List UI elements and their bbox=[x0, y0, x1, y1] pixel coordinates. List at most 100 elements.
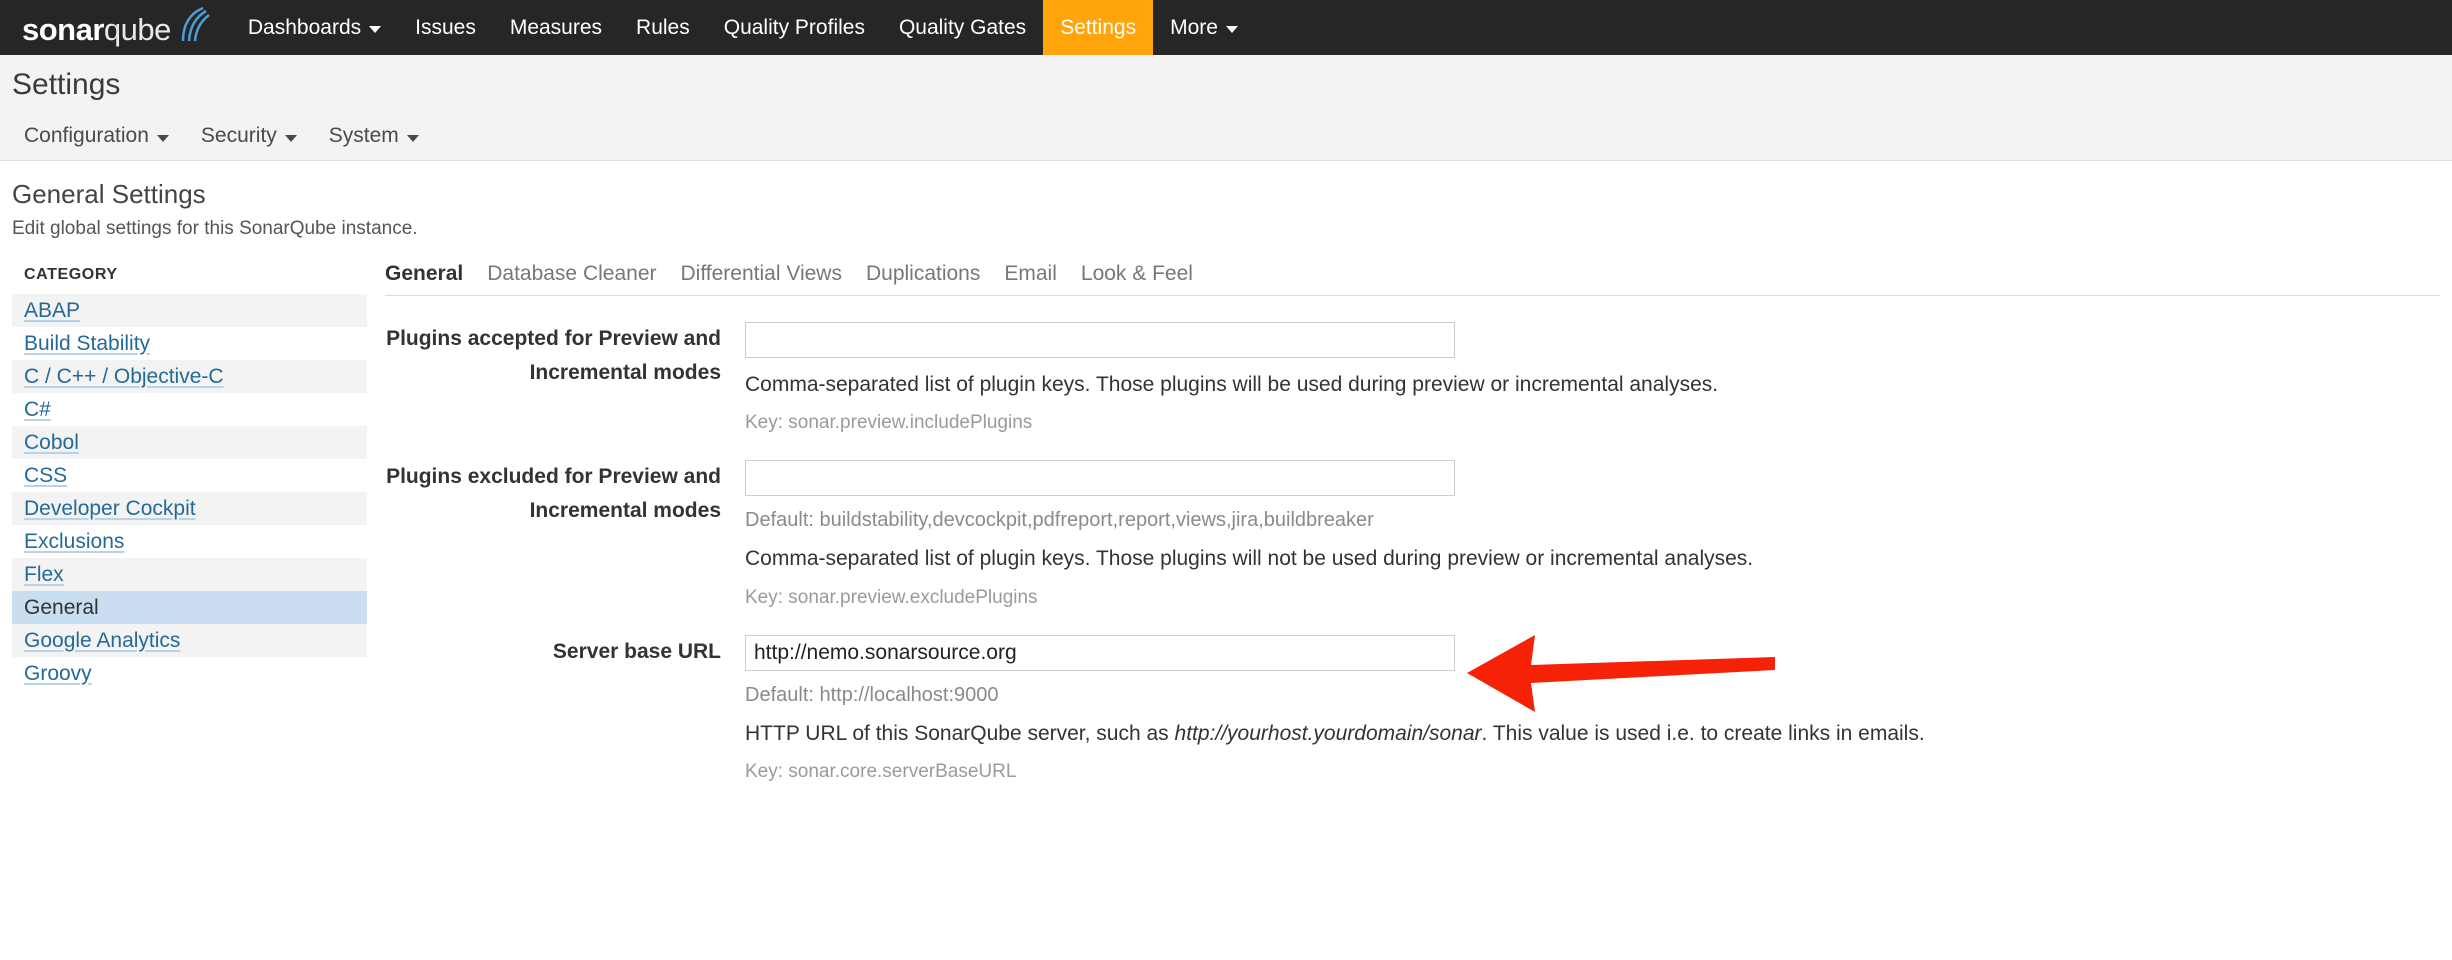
category-sidebar: CATEGORY ABAP Build Stability C / C++ / Ob… bbox=[12, 262, 367, 690]
nav-item-issues[interactable]: Issues bbox=[398, 0, 493, 55]
sidebar-item-c[interactable]: C# bbox=[12, 393, 367, 426]
sub-navigation: Configuration Security System bbox=[0, 112, 2452, 160]
subnav-item-system[interactable]: System bbox=[313, 124, 435, 148]
sidebar-item-label: C# bbox=[24, 397, 51, 421]
top-navigation-bar: sonarqube Dashboards Issues Measures Rul… bbox=[0, 0, 2452, 55]
setting-input[interactable] bbox=[745, 634, 1455, 671]
tab-email[interactable]: Email bbox=[1004, 262, 1057, 286]
tab-duplications[interactable]: Duplications bbox=[866, 262, 980, 286]
setting-body: Default: buildstability,devcockpit,pdfre… bbox=[745, 460, 2440, 608]
sidebar-item-abap[interactable]: ABAP bbox=[12, 294, 367, 327]
page-title: Settings bbox=[12, 68, 121, 101]
setting-description: HTTP URL of this SonarQube server, such … bbox=[745, 707, 2440, 748]
content-row: CATEGORY ABAP Build Stability C / C++ / Ob… bbox=[12, 240, 2440, 783]
nav-item-quality-gates[interactable]: Quality Gates bbox=[882, 0, 1043, 55]
brand-text: sonarqube bbox=[22, 14, 171, 45]
nav-label-quality-gates: Quality Gates bbox=[898, 15, 1027, 39]
tab-differential-views[interactable]: Differential Views bbox=[681, 262, 842, 286]
nav-label-more: More bbox=[1170, 15, 1218, 39]
sidebar-item-cobol[interactable]: Cobol bbox=[12, 426, 367, 459]
category-list: ABAP Build Stability C / C++ / Objective-C… bbox=[12, 294, 367, 690]
section-description: Edit global settings for this SonarQube … bbox=[12, 218, 418, 239]
sidebar-item-google-analytics[interactable]: Google Analytics bbox=[12, 624, 367, 657]
nav-item-quality-profiles[interactable]: Quality Profiles bbox=[707, 0, 882, 55]
setting-description: Comma-separated list of plugin keys. Tho… bbox=[745, 358, 2440, 399]
page-body: General Settings Edit global settings fo… bbox=[0, 161, 2452, 783]
setting-description: Comma-separated list of plugin keys. Tho… bbox=[745, 532, 2440, 573]
chevron-down-icon bbox=[156, 134, 169, 142]
setting-description-text: HTTP URL of this SonarQube server, such … bbox=[745, 721, 1175, 745]
subnav-item-configuration[interactable]: Configuration bbox=[8, 124, 185, 148]
setting-body: Default: http://localhost:9000 HTTP URL o… bbox=[745, 634, 2440, 783]
sidebar-item-css[interactable]: CSS bbox=[12, 459, 367, 492]
sidebar-item-label: Groovy bbox=[24, 661, 92, 685]
sidebar-item-flex[interactable]: Flex bbox=[12, 558, 367, 591]
setting-key: Key: sonar.preview.excludePlugins bbox=[745, 586, 1038, 608]
setting-description-text: Comma-separated list of plugin keys. Tho… bbox=[745, 547, 1754, 571]
setting-label: Server base URL bbox=[552, 639, 721, 663]
setting-row: Plugins accepted for Preview and Increme… bbox=[385, 296, 2440, 434]
sidebar-item-label: Exclusions bbox=[24, 529, 125, 553]
nav-label-dashboards: Dashboards bbox=[247, 15, 362, 39]
sidebar-item-label: Flex bbox=[24, 562, 64, 586]
sidebar-item-label: Build Stability bbox=[24, 331, 151, 355]
sidebar-item-label: C / C++ / Objective-C bbox=[24, 364, 224, 388]
subnav-label-configuration: Configuration bbox=[24, 124, 149, 147]
sidebar-item-c-c-objective-c[interactable]: C / C++ / Objective-C bbox=[12, 360, 367, 393]
setting-input[interactable] bbox=[745, 460, 1455, 497]
chevron-down-icon bbox=[1225, 26, 1238, 33]
nav-label-issues: Issues bbox=[415, 15, 476, 39]
subnav-label-security: Security bbox=[200, 124, 277, 147]
sidebar-item-label: Google Analytics bbox=[24, 628, 181, 652]
section-heading: General Settings bbox=[12, 179, 206, 209]
sidebar-item-developer-cockpit[interactable]: Developer Cockpit bbox=[12, 492, 367, 525]
setting-key: Key: sonar.core.serverBaseURL bbox=[745, 761, 1017, 783]
setting-description-text: Comma-separated list of plugin keys. Tho… bbox=[745, 373, 1719, 396]
nav-item-measures[interactable]: Measures bbox=[493, 0, 619, 55]
sidebar-item-groovy[interactable]: Groovy bbox=[12, 657, 367, 690]
tab-look-feel[interactable]: Look & Feel bbox=[1081, 262, 1193, 286]
nav-item-dashboards[interactable]: Dashboards bbox=[231, 0, 398, 55]
setting-default-note: Default: buildstability,devcockpit,pdfre… bbox=[745, 509, 1374, 532]
setting-description-text-tail: . This value is used i.e. to create link… bbox=[1481, 721, 1925, 745]
main-nav-items: Dashboards Issues Measures Rules Quality… bbox=[231, 0, 1255, 55]
chevron-down-icon bbox=[406, 134, 419, 142]
nav-label-measures: Measures bbox=[509, 15, 603, 39]
setting-label: Plugins accepted for Preview and Increme… bbox=[386, 327, 721, 384]
sidebar-item-label: CSS bbox=[24, 463, 68, 487]
nav-item-rules[interactable]: Rules bbox=[619, 0, 707, 55]
setting-input[interactable] bbox=[745, 322, 1455, 358]
subnav-label-system: System bbox=[328, 124, 399, 147]
chevron-down-icon bbox=[369, 26, 382, 33]
setting-description-example-url: http://yourhost.yourdomain/sonar bbox=[1174, 721, 1482, 745]
tab-database-cleaner[interactable]: Database Cleaner bbox=[487, 262, 656, 286]
nav-label-quality-profiles: Quality Profiles bbox=[723, 15, 865, 39]
sidebar-item-label: ABAP bbox=[24, 298, 81, 322]
settings-tab-bar: General Database Cleaner Differential View… bbox=[385, 262, 2440, 296]
page-header-band: Settings Configuration Security System bbox=[0, 55, 2452, 161]
setting-label: Plugins excluded for Preview and Increme… bbox=[386, 465, 721, 523]
sidebar-item-label: Cobol bbox=[24, 430, 79, 454]
nav-label-rules: Rules bbox=[636, 15, 690, 39]
settings-fields: Plugins accepted for Preview and Increme… bbox=[385, 296, 2440, 783]
settings-panel: General Database Cleaner Differential View… bbox=[367, 262, 2440, 783]
setting-row: Plugins excluded for Preview and Increme… bbox=[385, 434, 2440, 608]
subnav-item-security[interactable]: Security bbox=[185, 124, 313, 148]
brand-light: qube bbox=[103, 12, 171, 47]
nav-item-settings[interactable]: Settings bbox=[1043, 0, 1154, 55]
sidebar-item-general[interactable]: General bbox=[12, 591, 367, 624]
setting-row: Server base URL Default: http://localhost… bbox=[385, 609, 2440, 783]
chevron-down-icon bbox=[284, 134, 297, 142]
nav-item-more[interactable]: More bbox=[1153, 0, 1255, 55]
tab-general[interactable]: General bbox=[385, 262, 463, 286]
category-heading: CATEGORY bbox=[24, 266, 118, 283]
setting-key: Key: sonar.preview.includePlugins bbox=[745, 412, 1033, 434]
sidebar-item-build-stability[interactable]: Build Stability bbox=[12, 327, 367, 360]
sidebar-item-label: General bbox=[24, 595, 99, 619]
setting-default-note: Default: http://localhost:9000 bbox=[745, 683, 999, 706]
sonarqube-logo[interactable]: sonarqube bbox=[0, 0, 231, 55]
nav-label-settings: Settings bbox=[1060, 15, 1137, 39]
sidebar-item-label: Developer Cockpit bbox=[24, 496, 196, 520]
brand-bold: sonar bbox=[22, 12, 104, 47]
sidebar-item-exclusions[interactable]: Exclusions bbox=[12, 525, 367, 558]
